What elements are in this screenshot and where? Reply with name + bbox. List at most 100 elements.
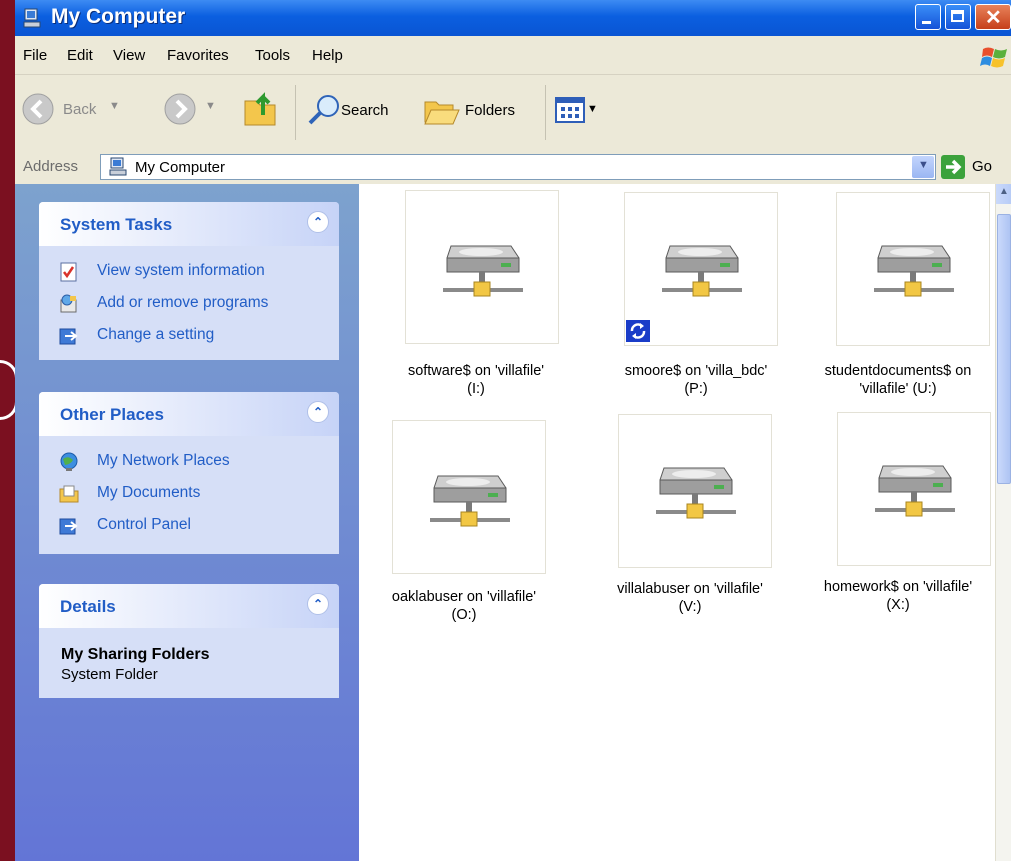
other-places-header[interactable]: Other Places ⌃ [39,392,339,436]
drive-label: oaklabuser on 'villafile' (O:) [359,588,569,624]
folders-button[interactable]: Folders [421,92,539,128]
drive-label: villalabuser on 'villafile' (V:) [585,580,795,616]
menu-favorites[interactable]: Favorites [167,47,229,64]
drive-letter: (I:) [467,381,485,397]
back-dropdown-icon[interactable]: ▼ [109,100,120,112]
collapse-icon[interactable]: ⌃ [307,593,329,615]
drive-label: studentdocuments$ on 'villafile' (U:) [793,362,1003,398]
up-folder-icon[interactable] [241,87,281,131]
go-label[interactable]: Go [972,158,992,175]
task-label: Add or remove programs [97,294,269,311]
network-drive-icon [430,475,510,527]
close-button[interactable]: ✕ [975,4,1011,30]
chevron-up-icon: ▲ [999,186,1009,197]
forward-arrow-icon [164,93,196,125]
forward-dropdown-icon[interactable]: ▼ [205,100,216,112]
address-dropdown-button[interactable]: ▼ [912,156,934,178]
drive-letter: (O:) [451,607,477,623]
drive-label: homework$ on 'villafile' (X:) [793,578,1003,614]
menu-file[interactable]: File [23,47,47,64]
minimize-button[interactable] [915,4,941,30]
folders-label: Folders [465,102,516,119]
details-item-type: System Folder [61,666,158,683]
file-view: software$ on 'villafile' (I:) smoore$ on… [359,184,995,861]
go-arrow-icon [946,159,962,175]
folders-icon [424,101,460,125]
chevron-down-icon: ▼ [918,159,929,171]
forward-button[interactable]: ▼ [163,92,219,128]
network-drive-icon [874,245,954,297]
window-title: My Computer [51,5,186,28]
drive-letter: (V:) [678,599,702,615]
system-tasks-header[interactable]: System Tasks ⌃ [39,202,339,246]
toolbar-separator [295,85,296,140]
standard-toolbar: Back ▼ ▼ Search Folders ▼ [15,75,1011,151]
maximize-button[interactable] [945,4,971,30]
search-icon [308,95,339,125]
drive-label: smoore$ on 'villa_bdc' (P:) [591,362,801,398]
address-label: Address [23,158,79,175]
menu-bar: File Edit View Favorites Tools Help [15,36,1011,75]
network-drive-icon [662,245,742,297]
network-places-icon [60,452,78,471]
views-icon [555,97,585,123]
my-documents-icon [59,485,79,503]
place-label: Control Panel [97,516,191,533]
drive-thumbnail [405,190,559,344]
task-label: Change a setting [97,326,215,343]
drive-name: villalabuser on 'villafile' [617,581,763,597]
menu-view[interactable]: View [113,47,145,64]
drive-name: studentdocuments$ on [824,363,972,379]
views-dropdown-icon: ▼ [587,103,598,115]
network-drive-icon [875,465,955,517]
drive-thumbnail [392,420,546,574]
close-icon: ✕ [985,7,1002,29]
address-value: My Computer [135,159,226,176]
scroll-thumb[interactable] [997,214,1011,484]
system-info-icon [60,262,77,282]
drive-name: homework$ on 'villafile' [823,579,973,595]
menu-help[interactable]: Help [312,47,343,64]
address-bar: Address My Computer ▼ Go [15,150,1011,185]
views-button[interactable]: ▼ [555,97,605,127]
drive-label: software$ on 'villafile' (I:) [371,362,581,398]
details-header[interactable]: Details ⌃ [39,584,339,628]
drive-thumbnail [837,412,991,566]
toolbar-separator [545,85,546,140]
menu-tools[interactable]: Tools [255,47,290,64]
windows-logo-icon [980,47,1007,68]
back-arrow-icon [22,93,54,125]
task-pane: System Tasks ⌃ View system information A… [15,184,359,861]
system-tasks-title: System Tasks [60,215,173,234]
scroll-up-button[interactable]: ▲ [996,184,1011,204]
title-bar[interactable]: My Computer ✕ [15,0,1011,36]
drive-name: smoore$ on 'villa_bdc' [624,363,768,379]
control-panel-icon [59,518,78,535]
explorer-window: My Computer ✕ File Edit View Favorites T… [15,0,1011,861]
task-label: View system information [97,262,265,279]
add-remove-programs-icon [60,294,77,313]
place-label: My Network Places [97,452,230,469]
sync-icon [626,320,650,342]
vertical-scrollbar[interactable]: ▲ [995,184,1011,861]
control-panel-icon [59,328,78,345]
address-input[interactable]: My Computer ▼ [100,154,936,180]
go-button[interactable] [941,155,965,179]
menu-edit[interactable]: Edit [67,47,93,64]
details-title: Details [60,597,116,616]
my-computer-icon [23,8,41,28]
search-button[interactable]: Search [305,92,413,128]
other-places-title: Other Places [60,405,164,424]
collapse-icon[interactable]: ⌃ [307,211,329,233]
details-panel: Details ⌃ My Sharing Folders System Fold… [39,584,339,698]
back-button[interactable]: Back ▼ [21,92,125,128]
my-computer-icon [109,157,127,176]
system-tasks-panel: System Tasks ⌃ View system information A… [39,202,339,360]
collapse-icon[interactable]: ⌃ [307,401,329,423]
drive-thumbnail [618,414,772,568]
drive-letter: (X:) [886,597,910,613]
drive-name: software$ on 'villafile' [407,363,545,379]
other-places-panel: Other Places ⌃ My Network Places My Docu… [39,392,339,554]
drive-thumbnail [836,192,990,346]
drive-name: oaklabuser on 'villafile' [391,589,537,605]
